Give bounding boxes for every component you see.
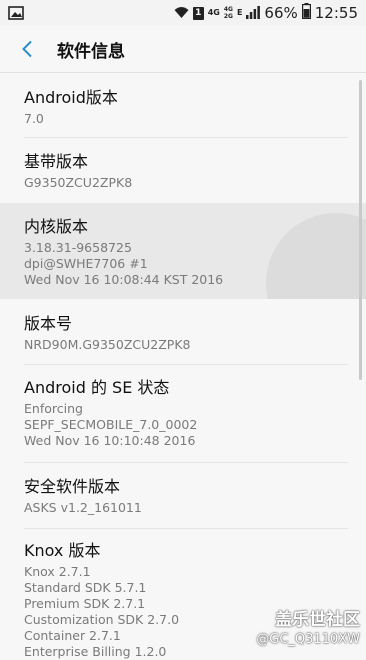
signal-icon	[246, 4, 261, 23]
item-value: NRD90M.G9350ZCU2ZPK8	[24, 337, 191, 352]
android-version-item[interactable]: Android版本 7.0	[0, 73, 366, 138]
item-label: 内核版本	[24, 217, 89, 236]
chevron-left-icon	[22, 40, 32, 58]
sim-badge: 1	[192, 6, 204, 20]
scrollbar[interactable]	[359, 80, 362, 380]
wifi-icon	[174, 4, 189, 23]
item-value: G9350ZCU2ZPK8	[24, 175, 133, 190]
build-number-item[interactable]: 版本号 NRD90M.G9350ZCU2ZPK8	[0, 299, 366, 365]
item-value: Wed Nov 16 10:10:48 2016	[24, 433, 196, 448]
clock: 12:55	[314, 4, 358, 22]
watermark-title: 盖乐世社区	[275, 610, 360, 630]
network-stack: 4G 2G	[223, 6, 233, 20]
security-software-item[interactable]: 安全软件版本 ASKS v1.2_161011	[0, 463, 366, 529]
page-title: 软件信息	[57, 42, 125, 62]
item-value: 3.18.31-9658725	[24, 240, 132, 255]
watermark-handle: @GC_Q3110XW	[256, 632, 360, 647]
battery-percent: 66%	[264, 4, 298, 22]
item-label: Knox 版本	[24, 541, 101, 560]
item-label: Android版本	[24, 88, 118, 107]
back-button[interactable]	[14, 36, 40, 62]
item-label: Android 的 SE 状态	[24, 378, 170, 397]
item-value: dpi@SWHE7706 #1	[24, 256, 148, 271]
item-value: Knox 2.7.1	[24, 564, 91, 579]
se-status-item[interactable]: Android 的 SE 状态 Enforcing SEPF_SECMOBILE…	[0, 365, 366, 463]
item-value: Standard SDK 5.7.1	[24, 580, 147, 595]
item-label: 基带版本	[24, 152, 89, 171]
item-value: Enforcing	[24, 401, 83, 416]
signal-letter: E	[236, 8, 243, 17]
item-label: 安全软件版本	[24, 477, 121, 496]
watermark: 盖乐世社区 @GC_Q3110XW	[256, 609, 360, 648]
item-value: Wed Nov 16 10:08:44 KST 2016	[24, 272, 224, 287]
item-value: SEPF_SECMOBILE_7.0_0002	[24, 417, 198, 432]
item-label: 版本号	[24, 314, 73, 333]
image-notification-icon	[8, 5, 24, 24]
item-value: ASKS v1.2_161011	[24, 500, 142, 515]
baseband-version-item[interactable]: 基带版本 G9350ZCU2ZPK8	[0, 138, 366, 203]
network-type-4g: 4G	[207, 8, 220, 17]
kernel-version-item[interactable]: 内核版本 3.18.31-9658725 dpi@SWHE7706 #1 Wed…	[0, 203, 366, 299]
info-list: Android版本 7.0 基带版本 G9350ZCU2ZPK8 内核版本 3.…	[0, 73, 366, 659]
item-value: 7.0	[24, 111, 44, 126]
app-bar: 软件信息	[0, 26, 366, 73]
battery-icon	[301, 3, 311, 23]
status-bar: 1 4G 4G 2G E 66% 12:55	[0, 0, 366, 26]
